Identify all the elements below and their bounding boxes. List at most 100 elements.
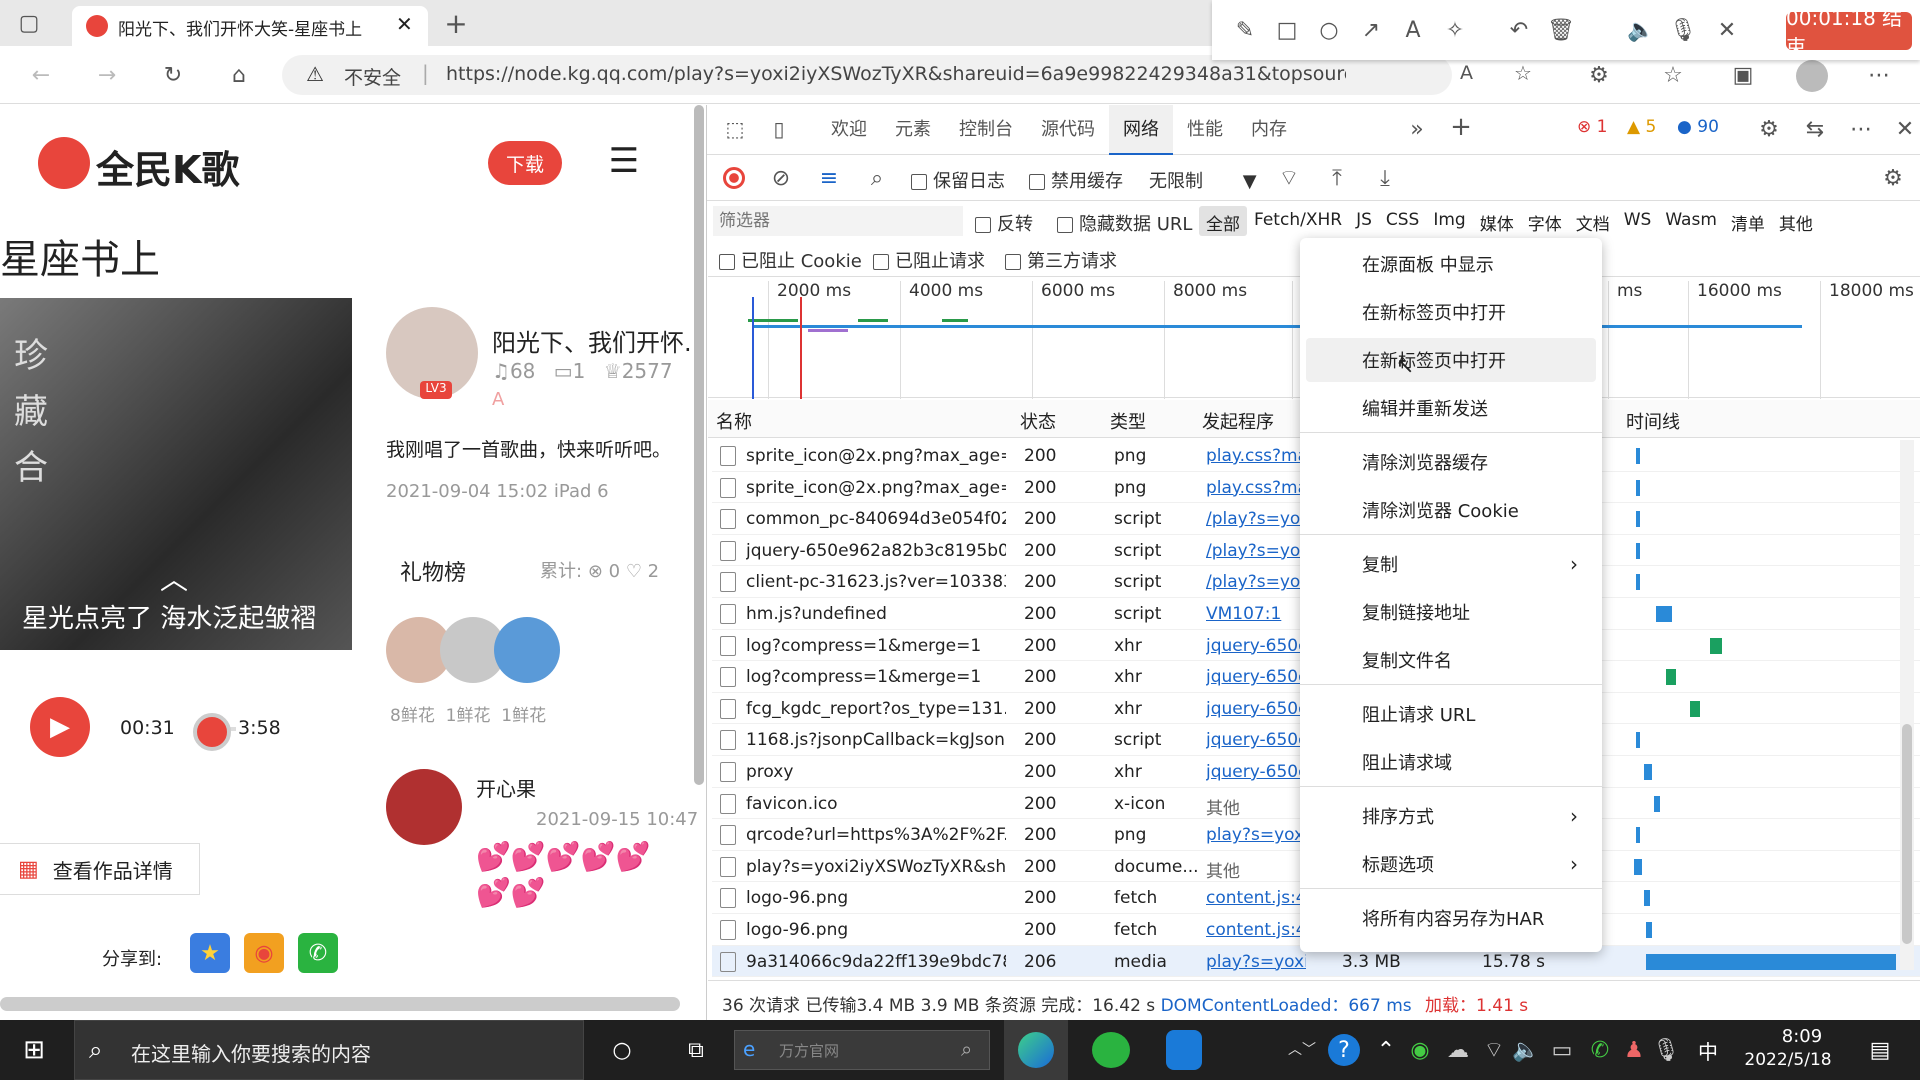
tab-actions-icon[interactable]: ▢ bbox=[14, 8, 44, 38]
task-view-icon[interactable]: ⧉ bbox=[680, 1034, 712, 1066]
dock-icon[interactable]: ⇆ bbox=[1801, 115, 1829, 143]
search-icon[interactable]: ⌕ bbox=[863, 164, 891, 192]
filter-input[interactable] bbox=[713, 206, 963, 236]
close-devtools-icon[interactable]: ✕ bbox=[1891, 115, 1919, 143]
row-initiator[interactable]: jquery-650e bbox=[1206, 636, 1306, 656]
close-icon[interactable]: ✕ bbox=[1712, 15, 1742, 45]
wechat-app-icon[interactable] bbox=[1092, 1032, 1130, 1068]
type-filter[interactable]: Wasm bbox=[1658, 206, 1724, 236]
add-tab-icon[interactable]: + bbox=[1447, 112, 1475, 142]
context-menu-item[interactable]: 在新标签页中打开 bbox=[1306, 338, 1596, 382]
cover-image[interactable]: 珍藏合 ︿ 星光点亮了 海水泛起皱褶 bbox=[0, 298, 352, 650]
checkbox[interactable] bbox=[911, 174, 927, 190]
notifications-icon[interactable]: ▤ bbox=[1864, 1034, 1896, 1066]
read-aloud-icon[interactable]: A bbox=[1460, 62, 1473, 84]
volume-icon[interactable]: 🔈 bbox=[1512, 1034, 1540, 1066]
row-initiator[interactable]: jquery-650e bbox=[1206, 699, 1306, 719]
type-filter[interactable]: 其他 bbox=[1772, 206, 1820, 236]
windows-start-icon[interactable]: ⊞ bbox=[18, 1034, 50, 1066]
context-menu-item[interactable]: 复制 › bbox=[1300, 542, 1602, 586]
context-menu-item[interactable]: 将所有内容另存为HAR bbox=[1300, 896, 1602, 940]
scroll-apps-icon[interactable]: ︿﹀ bbox=[1288, 1024, 1316, 1074]
messages-count[interactable]: ● 90 bbox=[1677, 117, 1719, 137]
clock-date[interactable]: 2022/5/18 bbox=[1736, 1050, 1840, 1070]
context-menu-item[interactable]: 在新标签页中打开 bbox=[1300, 290, 1602, 334]
page-vertical-scrollbar[interactable] bbox=[694, 105, 704, 785]
more-tabs-icon[interactable]: » bbox=[1403, 115, 1431, 143]
qzone-icon[interactable]: ★ bbox=[190, 933, 230, 973]
row-initiator[interactable]: VM107:1 bbox=[1206, 604, 1306, 624]
favorite-add-icon[interactable]: ☆ bbox=[1514, 61, 1532, 85]
context-menu-item[interactable]: 编辑并重新发送 bbox=[1300, 386, 1602, 430]
context-menu-item[interactable]: 清除浏览器缓存 bbox=[1300, 440, 1602, 484]
download-button[interactable]: 下载 bbox=[488, 141, 562, 185]
type-filter[interactable]: CSS bbox=[1379, 206, 1426, 236]
preserve-log-toggle[interactable]: 保留日志 bbox=[911, 167, 1005, 193]
clock-time[interactable]: 8:09 bbox=[1762, 1026, 1842, 1047]
gift-avatar-3[interactable] bbox=[494, 617, 560, 683]
extensions-icon[interactable]: ⚙ bbox=[1582, 60, 1616, 90]
undo-icon[interactable]: ↶ bbox=[1504, 15, 1534, 45]
context-menu-item[interactable]: 排序方式 › bbox=[1300, 794, 1602, 838]
new-tab-icon[interactable]: + bbox=[440, 6, 472, 40]
context-menu-item[interactable]: 标题选项 › bbox=[1300, 842, 1602, 886]
row-initiator[interactable]: /play?s=yox bbox=[1206, 541, 1306, 561]
tray-figure-icon[interactable]: ♟ bbox=[1620, 1034, 1648, 1066]
recording-timer[interactable]: 00:01:18 结束 bbox=[1786, 6, 1912, 59]
devtools-more-icon[interactable]: ⋯ bbox=[1847, 115, 1875, 143]
favorites-icon[interactable]: ☆ bbox=[1656, 60, 1690, 90]
context-menu-item[interactable]: 阻止请求域 bbox=[1300, 740, 1602, 784]
url-field[interactable]: ⚠ 不安全 | https://node.kg.qq.com/play?s=yo… bbox=[282, 55, 1532, 95]
show-hidden-icons-icon[interactable]: ⌃ bbox=[1372, 1034, 1400, 1066]
arrow-icon[interactable]: ↗ bbox=[1356, 15, 1386, 45]
type-filter[interactable]: JS bbox=[1349, 206, 1379, 236]
checkbox[interactable] bbox=[1057, 217, 1073, 233]
commenter-name[interactable]: 开心果 bbox=[476, 773, 536, 802]
commenter-avatar[interactable] bbox=[386, 769, 462, 845]
type-filter[interactable]: Fetch/XHR bbox=[1247, 206, 1349, 236]
hamburger-menu-icon[interactable]: ☰ bbox=[604, 141, 644, 181]
play-button[interactable]: ▶ bbox=[30, 697, 90, 757]
checkbox[interactable] bbox=[1029, 174, 1045, 190]
checkbox[interactable] bbox=[719, 254, 735, 270]
type-filter[interactable]: WS bbox=[1617, 206, 1659, 236]
table-scrollbar-thumb[interactable] bbox=[1902, 724, 1912, 944]
row-initiator[interactable]: /play?s=yox bbox=[1206, 509, 1306, 529]
row-initiator[interactable]: play.css?max bbox=[1206, 446, 1306, 466]
devtools-tab[interactable]: 源代码 bbox=[1027, 105, 1109, 155]
errors-count[interactable]: ⊗ 1 bbox=[1577, 117, 1607, 137]
row-initiator[interactable]: play.css?max bbox=[1206, 478, 1306, 498]
weibo-icon[interactable]: ◉ bbox=[244, 933, 284, 973]
type-filter[interactable]: Img bbox=[1426, 206, 1472, 236]
devtools-tab[interactable]: 控制台 bbox=[945, 105, 1027, 155]
devtools-tab[interactable]: 内存 bbox=[1237, 105, 1301, 155]
checkbox[interactable] bbox=[975, 217, 991, 233]
browser-tab[interactable]: 阳光下、我们开怀大笑-星座书上 ✕ bbox=[72, 6, 428, 46]
mini-browser-search[interactable]: e 万方官网 ⌕ bbox=[734, 1030, 990, 1070]
back-icon[interactable]: ← bbox=[24, 60, 58, 90]
col-timeline[interactable]: 时间线 bbox=[1626, 408, 1680, 434]
clear-icon[interactable]: ⊘ bbox=[767, 164, 795, 192]
inspect-icon[interactable]: ⬚ bbox=[721, 115, 749, 143]
row-initiator[interactable]: jquery-650e bbox=[1206, 762, 1306, 782]
cloud-icon[interactable]: ☁ bbox=[1444, 1034, 1472, 1066]
table-scrollbar[interactable] bbox=[1900, 440, 1914, 970]
upload-icon[interactable]: ⤒ bbox=[1323, 164, 1351, 192]
trash-icon[interactable]: 🗑 bbox=[1546, 15, 1576, 45]
checkbox[interactable] bbox=[1005, 254, 1021, 270]
col-type[interactable]: 类型 bbox=[1110, 408, 1146, 434]
type-filter[interactable]: 清单 bbox=[1724, 206, 1772, 236]
row-initiator[interactable]: play?s=yoxi bbox=[1206, 825, 1306, 845]
devtools-tab[interactable]: 欢迎 bbox=[817, 105, 881, 155]
type-filter[interactable]: 全部 bbox=[1199, 206, 1247, 236]
refresh-icon[interactable]: ↻ bbox=[156, 60, 190, 90]
devtools-tab[interactable]: 网络 bbox=[1109, 105, 1173, 155]
row-initiator[interactable]: play?s=yoxi2iy... bbox=[1206, 952, 1306, 972]
download-icon[interactable]: ⤓ bbox=[1371, 164, 1399, 192]
collections-icon[interactable]: ▣ bbox=[1726, 60, 1760, 90]
col-status[interactable]: 状态 bbox=[1020, 408, 1056, 434]
page-scrollbar[interactable] bbox=[0, 997, 680, 1011]
filter-icon[interactable]: ≡ bbox=[815, 164, 843, 192]
col-initiator[interactable]: 发起程序 bbox=[1202, 408, 1274, 434]
speaker-icon[interactable]: 🔈 bbox=[1626, 15, 1656, 45]
